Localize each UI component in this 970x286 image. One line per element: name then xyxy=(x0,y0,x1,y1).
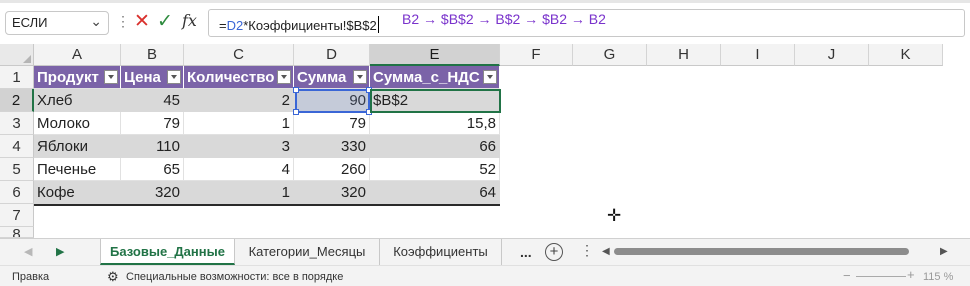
row-header-5[interactable]: 5 xyxy=(0,158,34,181)
filter-dropdown-icon[interactable] xyxy=(277,70,291,84)
table-cell[interactable]: 15,8 xyxy=(370,112,500,135)
formula-bar: ЕСЛИ ⌄ ⋮ ✕ ✓ fx =D2*Коэффициенты!$B$2 B2… xyxy=(0,0,970,44)
close-icon[interactable]: ✕ xyxy=(134,10,150,33)
row-header-2[interactable]: 2 xyxy=(0,89,34,112)
column-header-b[interactable]: B xyxy=(121,44,184,66)
table-cell[interactable]: 2 xyxy=(184,89,294,112)
column-header-k[interactable]: K xyxy=(869,44,943,66)
table-header-cell[interactable]: Цена xyxy=(121,66,184,89)
filter-dropdown-icon[interactable] xyxy=(483,70,497,84)
accessibility-icon[interactable]: ⚙ xyxy=(107,269,119,285)
zoom-in-icon[interactable]: + xyxy=(907,267,915,282)
table-cell[interactable]: Печенье xyxy=(34,158,121,181)
zoom-level[interactable]: 115 % xyxy=(923,271,953,283)
text-caret xyxy=(377,16,379,33)
status-mode: Правка xyxy=(12,271,50,283)
chevron-down-icon[interactable]: ⌄ xyxy=(90,13,102,30)
filter-dropdown-icon[interactable] xyxy=(167,70,181,84)
name-box[interactable]: ЕСЛИ ⌄ xyxy=(5,11,109,35)
table-cell[interactable]: 65 xyxy=(121,158,184,181)
reference-highlight-d2 xyxy=(293,87,372,115)
table-cell[interactable]: Кофе xyxy=(34,181,121,204)
table-cell[interactable]: 66 xyxy=(370,135,500,158)
row-header-3[interactable]: 3 xyxy=(0,112,34,135)
horizontal-scrollbar-thumb[interactable] xyxy=(614,248,909,255)
table-cell[interactable]: Яблоки xyxy=(34,135,121,158)
tab-bazovye-dannye[interactable]: Базовые_Данные xyxy=(100,239,235,265)
header-label: Количество xyxy=(187,69,275,86)
table-cell[interactable]: 45 xyxy=(121,89,184,112)
table-cell[interactable]: Хлеб xyxy=(34,89,121,112)
column-header-d[interactable]: D xyxy=(294,44,370,66)
tab-kategorii-mesyatsy[interactable]: Категории_Месяцы xyxy=(235,239,380,265)
tab-scroll-right-icon[interactable]: ▶ xyxy=(56,245,64,258)
row-header-7[interactable]: 7 xyxy=(0,204,34,227)
table-cell[interactable]: 64 xyxy=(370,181,500,204)
column-header-e[interactable]: E xyxy=(370,44,500,66)
reference-cycle-annotation: B2 → $B$2 → B$2 → $B2 → B2 xyxy=(402,11,606,27)
table-cell[interactable]: 320 xyxy=(294,181,370,204)
resize-handle[interactable] xyxy=(293,87,299,93)
resize-handle[interactable] xyxy=(293,109,299,115)
fx-icon[interactable]: fx xyxy=(182,11,197,30)
table-cell[interactable]: 3 xyxy=(184,135,294,158)
column-header-i[interactable]: I xyxy=(721,44,795,66)
table-cell[interactable]: 110 xyxy=(121,135,184,158)
more-vertical-icon: ⋮ xyxy=(116,13,130,29)
add-sheet-button[interactable]: + xyxy=(545,243,563,261)
table-cell[interactable]: 4 xyxy=(184,158,294,181)
table-cell[interactable]: 330 xyxy=(294,135,370,158)
status-bar: Правка ⚙ Специальные возможности: все в … xyxy=(0,265,970,286)
check-icon[interactable]: ✓ xyxy=(157,10,173,33)
column-header-a[interactable]: A xyxy=(34,44,121,66)
table-header-cell[interactable]: Сумма_с_НДС xyxy=(370,66,500,89)
row-header-1[interactable]: 1 xyxy=(0,66,34,89)
table-cell[interactable]: 79 xyxy=(294,112,370,135)
table-bottom-border xyxy=(34,204,500,206)
row-header-4[interactable]: 4 xyxy=(0,135,34,158)
scroll-right-icon[interactable]: ▶ xyxy=(940,246,948,257)
header-label: Сумма_с_НДС xyxy=(373,69,480,86)
row-header-6[interactable]: 6 xyxy=(0,181,34,204)
filter-dropdown-icon[interactable] xyxy=(104,70,118,84)
move-cursor-icon: ✛ xyxy=(607,206,622,225)
sheet-tabs-bar: ◀ ▶ Базовые_Данные Категории_Месяцы Коэф… xyxy=(0,238,970,265)
column-header-j[interactable]: J xyxy=(795,44,869,66)
column-header-g[interactable]: G xyxy=(573,44,647,66)
table-header-cell[interactable]: Сумма xyxy=(294,66,370,89)
table-cell[interactable]: 260 xyxy=(294,158,370,181)
name-box-value: ЕСЛИ xyxy=(12,15,48,30)
formula-prefix: = xyxy=(219,18,227,33)
table-cell[interactable]: 1 xyxy=(184,181,294,204)
formula-ref: D2 xyxy=(226,18,244,33)
ribbon-edge xyxy=(0,0,970,3)
zoom-out-icon[interactable]: − xyxy=(843,268,851,283)
table-cell[interactable]: 52 xyxy=(370,158,500,181)
scroll-left-icon[interactable]: ◀ xyxy=(602,246,610,257)
header-label: Цена xyxy=(124,69,161,86)
table-cell[interactable]: 320 xyxy=(121,181,184,204)
zoom-slider[interactable] xyxy=(856,276,906,277)
table-header-cell[interactable]: Продукт xyxy=(34,66,121,89)
header-label: Сумма xyxy=(297,69,347,86)
accessibility-status[interactable]: Специальные возможности: все в порядке xyxy=(126,271,343,283)
row-header-8[interactable]: 8 xyxy=(0,227,34,238)
active-cell-e2[interactable] xyxy=(370,89,501,113)
column-header-f[interactable]: F xyxy=(500,44,573,66)
column-header-h[interactable]: H xyxy=(647,44,721,66)
more-sheets-button[interactable]: ... xyxy=(520,239,532,265)
tab-scroll-left-icon[interactable]: ◀ xyxy=(24,245,32,258)
filter-dropdown-icon[interactable] xyxy=(353,70,367,84)
more-vertical-icon[interactable]: ⋮ xyxy=(580,242,594,259)
table-cell[interactable]: 79 xyxy=(121,112,184,135)
select-all-corner[interactable] xyxy=(0,44,34,66)
table-header-cell[interactable]: Количество xyxy=(184,66,294,89)
formula-rest: *Коэффициенты!$B$2 xyxy=(243,18,377,33)
tab-koeffitsienty[interactable]: Коэффициенты xyxy=(380,239,502,265)
header-label: Продукт xyxy=(37,69,99,86)
worksheet-grid[interactable]: A B C D E F G H I J K 1 2 3 4 5 6 7 8 Пр… xyxy=(0,44,970,238)
table-cell[interactable]: 1 xyxy=(184,112,294,135)
column-header-c[interactable]: C xyxy=(184,44,294,66)
table-cell[interactable]: Молоко xyxy=(34,112,121,135)
